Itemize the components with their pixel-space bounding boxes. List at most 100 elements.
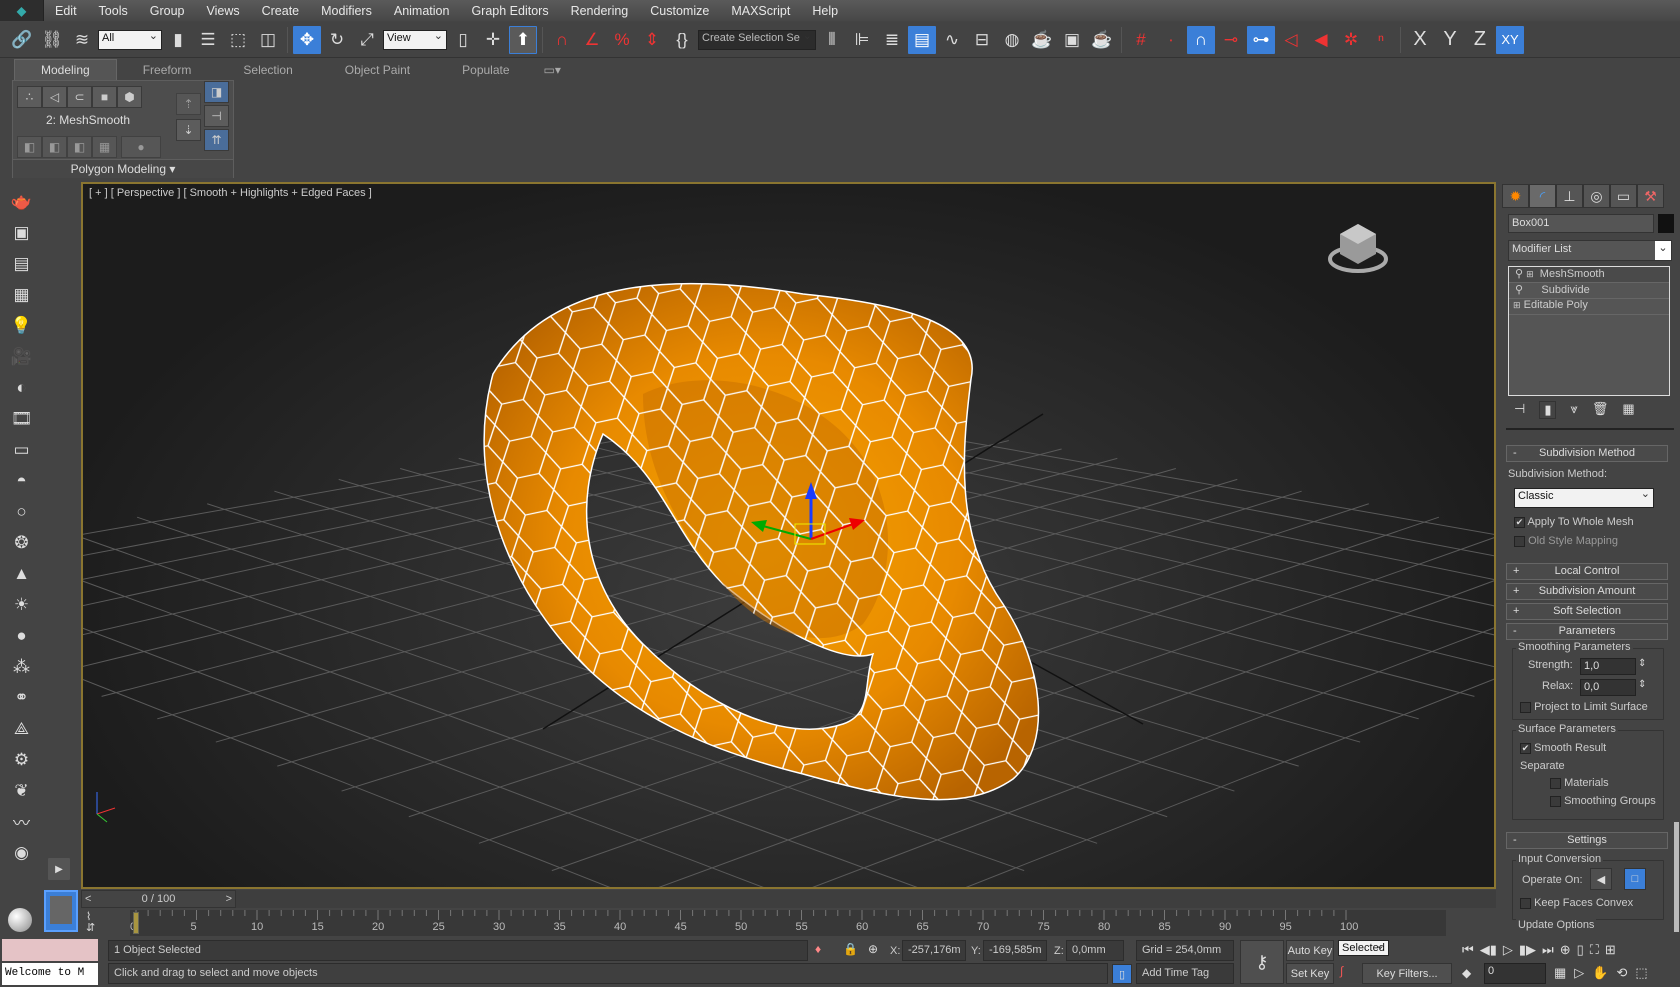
current-frame-field[interactable]: 0 bbox=[1484, 963, 1546, 984]
gear-icon[interactable]: ⚙ bbox=[8, 747, 36, 772]
hair-icon[interactable]: 〰 bbox=[8, 809, 36, 834]
pin-stack-icon[interactable]: ⊣ bbox=[1514, 401, 1525, 419]
expand-icon[interactable]: ⊞ bbox=[1526, 269, 1534, 279]
command-panel-scrollbar[interactable] bbox=[1674, 822, 1679, 932]
vertex-mode-icon[interactable]: ∴ bbox=[17, 86, 42, 108]
half-sphere-icon[interactable]: ◐ bbox=[8, 375, 36, 400]
lightbulb-icon[interactable]: ⚲ bbox=[1515, 268, 1523, 280]
operate-on-polygons-button[interactable]: □ bbox=[1624, 868, 1646, 890]
rollout-settings[interactable]: - Settings bbox=[1506, 832, 1668, 849]
next-key-icon[interactable]: ▮▶ bbox=[1519, 942, 1536, 958]
unlink-icon[interactable]: ⛓ bbox=[38, 26, 66, 54]
menu-tools[interactable]: Tools bbox=[88, 4, 139, 18]
rollout-local-control[interactable]: + Local Control bbox=[1506, 563, 1668, 580]
curve-editor-icon[interactable]: ∿ bbox=[938, 26, 966, 54]
menu-create[interactable]: Create bbox=[251, 4, 311, 18]
zoom-extents-icon[interactable]: ⊕ bbox=[1560, 942, 1571, 958]
by-vertex-icon[interactable]: ◧ bbox=[42, 136, 67, 158]
polygon-modeling-dropdown[interactable]: Polygon Modeling ▾ bbox=[13, 159, 233, 178]
render-icon[interactable]: ☕ bbox=[1088, 26, 1116, 54]
y-coordinate-field[interactable]: -169,585m bbox=[983, 940, 1047, 961]
scale-icon[interactable]: ⤢ bbox=[353, 26, 381, 54]
bind-space-warp-icon[interactable]: ≋ bbox=[68, 26, 96, 54]
gizmo-icon[interactable]: ⟁ bbox=[8, 716, 36, 741]
snap-endpoint-icon[interactable]: ∩ bbox=[1187, 25, 1215, 54]
stack-item-editable-poly[interactable]: ⊞ Editable Poly bbox=[1509, 299, 1669, 315]
sun-icon[interactable]: ☀ bbox=[8, 592, 36, 617]
key-filters-button[interactable]: Key Filters... bbox=[1362, 963, 1452, 984]
auto-key-button[interactable]: Auto Key bbox=[1286, 940, 1334, 961]
cone-icon[interactable]: ▲ bbox=[8, 561, 36, 586]
menu-edit[interactable]: Edit bbox=[44, 4, 88, 18]
axis-x-button[interactable]: X bbox=[1406, 26, 1434, 54]
scene-explorer-icon[interactable]: ▤ bbox=[908, 25, 936, 54]
show-end-result-icon[interactable]: ◨ bbox=[204, 81, 229, 103]
project-limit-checkbox[interactable] bbox=[1520, 701, 1531, 713]
menu-group[interactable]: Group bbox=[139, 4, 196, 18]
set-key-icon[interactable]: ⚷ bbox=[1240, 940, 1284, 984]
snap-bbox-icon[interactable]: ✲ bbox=[1337, 26, 1365, 54]
expand-toolbar-button[interactable]: ▶ bbox=[48, 858, 70, 880]
viewport-layout-button[interactable] bbox=[44, 890, 78, 932]
tab-populate[interactable]: Populate bbox=[436, 60, 535, 80]
dome-icon[interactable]: ◓ bbox=[8, 468, 36, 493]
manipulate-icon[interactable]: ✛ bbox=[479, 26, 507, 54]
time-tag-icon[interactable]: ▯ bbox=[1112, 964, 1132, 984]
strength-input[interactable]: 1,0 bbox=[1580, 658, 1636, 675]
ignore-backfacing-icon[interactable]: ◧ bbox=[67, 136, 92, 158]
rollout-soft-selection[interactable]: + Soft Selection bbox=[1506, 603, 1668, 620]
axis-z-button[interactable]: Z bbox=[1466, 26, 1494, 54]
menu-animation[interactable]: Animation bbox=[383, 4, 461, 18]
render-window-icon[interactable]: ▣ bbox=[8, 220, 36, 245]
snaps-toggle-icon[interactable]: ∩ bbox=[548, 26, 576, 54]
by-angle-icon[interactable]: ▦ bbox=[92, 136, 117, 158]
angle-snap-icon[interactable]: ∠ bbox=[578, 26, 606, 54]
z-coordinate-field[interactable]: 0,0mm bbox=[1066, 940, 1124, 961]
menu-modifiers[interactable]: Modifiers bbox=[310, 4, 383, 18]
next-frame-icon[interactable]: > bbox=[226, 891, 235, 907]
percent-snap-icon[interactable]: % bbox=[608, 26, 636, 54]
select-by-name-icon[interactable]: ☰ bbox=[194, 26, 222, 54]
rotate-icon[interactable]: ↻ bbox=[323, 26, 351, 54]
disc-icon[interactable]: ● bbox=[8, 623, 36, 648]
zoom-all-icon[interactable]: ⊞ bbox=[1605, 942, 1616, 958]
time-slider[interactable]: <0 / 100 > bbox=[81, 890, 236, 908]
relax-spinner[interactable]: ⇕ bbox=[1638, 679, 1646, 690]
show-end-result-icon[interactable]: ▮ bbox=[1539, 401, 1557, 419]
zoom-region-icon[interactable]: ⛶ bbox=[1590, 942, 1599, 958]
lightbulb-icon[interactable]: ⚲ bbox=[1515, 284, 1523, 296]
smooth-result-checkbox[interactable]: ✔ bbox=[1520, 742, 1531, 754]
sphere-icon[interactable]: ○ bbox=[8, 499, 36, 524]
curve-editor-toggle-icon[interactable]: ⌇ ⇵ bbox=[86, 912, 95, 934]
key-mode-dropdown[interactable]: Selected bbox=[1338, 940, 1389, 956]
operate-on-triangles-button[interactable]: ◀ bbox=[1590, 868, 1612, 890]
axis-y-button[interactable]: Y bbox=[1436, 26, 1464, 54]
rollout-subdivision-method[interactable]: - Subdivision Method bbox=[1506, 445, 1668, 462]
use-pivot-icon[interactable]: ▯ bbox=[449, 26, 477, 54]
film-icon[interactable]: 🎞 bbox=[8, 406, 36, 431]
menu-rendering[interactable]: Rendering bbox=[560, 4, 640, 18]
make-unique-icon[interactable]: ⩔ bbox=[1570, 401, 1577, 419]
isolate-selection-icon[interactable]: ♦ bbox=[815, 942, 821, 956]
stack-item-meshsmooth[interactable]: ⚲ ⊞ MeshSmooth bbox=[1509, 267, 1669, 283]
zoom-icon[interactable]: ▯ bbox=[1577, 942, 1584, 958]
subdivision-method-dropdown[interactable]: Classic bbox=[1514, 487, 1654, 508]
absolute-mode-icon[interactable]: ⊕ bbox=[868, 942, 878, 956]
align-icon[interactable]: ⊫ bbox=[848, 26, 876, 54]
modifier-list-dropdown[interactable]: Modifier List ⌄ bbox=[1508, 240, 1672, 261]
selection-filter-dropdown[interactable]: All bbox=[98, 29, 162, 50]
smoothing-groups-checkbox[interactable] bbox=[1550, 795, 1561, 807]
stack-item-subdivide[interactable]: ⚲ Subdivide bbox=[1509, 283, 1669, 299]
keyboard-shortcut-override-icon[interactable]: ⬆ bbox=[509, 25, 537, 54]
object-color-swatch[interactable] bbox=[1658, 214, 1674, 233]
materials-checkbox[interactable] bbox=[1550, 777, 1561, 789]
app-logo-button[interactable]: ◆ bbox=[0, 0, 44, 21]
goto-start-icon[interactable]: ⏮ bbox=[1462, 942, 1474, 958]
pin-stack-icon[interactable]: ⊣ bbox=[204, 105, 229, 127]
time-cursor[interactable] bbox=[133, 912, 139, 934]
snap-axis-icon[interactable]: ⁿ bbox=[1367, 26, 1395, 54]
track-bar[interactable]: 0510152025303540455055606570758085909510… bbox=[130, 910, 1446, 936]
particles-icon[interactable]: ⁂ bbox=[8, 654, 36, 679]
snap-grid-icon[interactable]: # bbox=[1127, 26, 1155, 54]
apply-whole-mesh-checkbox[interactable]: ✔ bbox=[1514, 516, 1525, 528]
